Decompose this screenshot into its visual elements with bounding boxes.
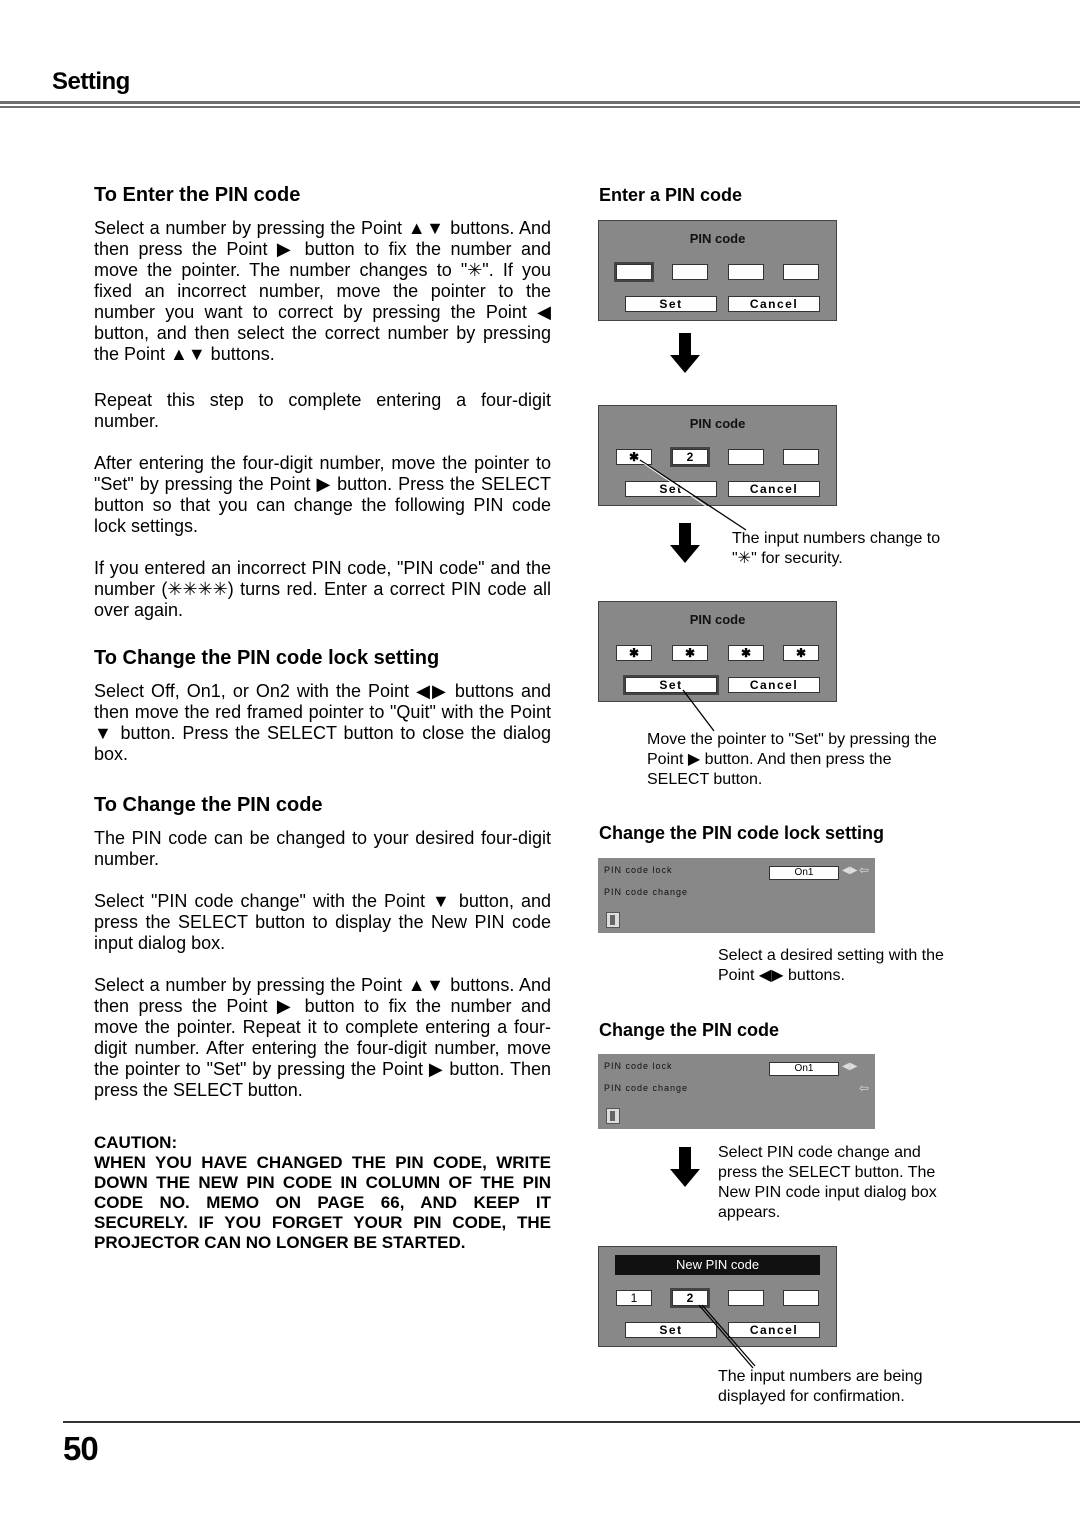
set-button[interactable]: Set bbox=[625, 1322, 717, 1338]
pin-settings-menu: PIN code lock PIN code change On1 ◀▶ ⇦ bbox=[598, 1054, 875, 1129]
pointer-icon: ⇦ bbox=[859, 1081, 870, 1095]
caution-text: WHEN YOU HAVE CHANGED THE PIN CODE, WRIT… bbox=[94, 1153, 551, 1252]
pin-digit-4[interactable]: ✱ bbox=[783, 645, 819, 661]
paragraph: After entering the four-digit number, mo… bbox=[94, 453, 551, 536]
pin-digit-2[interactable]: 2 bbox=[670, 447, 710, 467]
callout-note: Move the pointer to "Set" by pressing th… bbox=[647, 731, 937, 788]
left-right-arrows-icon: ◀▶ bbox=[842, 1061, 858, 1072]
page-number: 50 bbox=[63, 1430, 99, 1467]
dialog-title: New PIN code bbox=[615, 1255, 820, 1275]
pin-settings-menu: PIN code lock PIN code change On1 ◀▶ ⇦ bbox=[598, 858, 875, 933]
cancel-button[interactable]: Cancel bbox=[728, 481, 820, 497]
exit-door-icon[interactable] bbox=[606, 1108, 620, 1124]
pin-digit-2[interactable] bbox=[672, 264, 708, 280]
new-pin-code-dialog: New PIN code 1 2 Set Cancel bbox=[598, 1246, 837, 1347]
dialog-title: PIN code bbox=[689, 416, 746, 431]
menu-item-pin-code-lock[interactable]: PIN code lock bbox=[604, 865, 673, 875]
paragraph: If you entered an incorrect PIN code, "P… bbox=[94, 558, 551, 620]
pin-digit-1[interactable]: ✱ bbox=[616, 449, 652, 465]
callout-note: The input numbers are being displayed fo… bbox=[718, 1368, 923, 1405]
paragraph: Select a number by pressing the Point ▲▼… bbox=[94, 218, 551, 364]
down-arrow-icon bbox=[670, 333, 700, 373]
pin-digit-4[interactable] bbox=[783, 449, 819, 465]
set-button[interactable]: Set bbox=[625, 296, 717, 312]
section-title: Setting bbox=[52, 68, 130, 95]
paragraph: Select "PIN code change" with the Point … bbox=[94, 891, 551, 953]
heading-change-lock-setting: Change the PIN code lock setting bbox=[599, 823, 885, 843]
paragraph: Select a number by pressing the Point ▲▼… bbox=[94, 975, 551, 1100]
caution-label: CAUTION: bbox=[94, 1133, 178, 1152]
pin-digit-3[interactable] bbox=[728, 1290, 764, 1306]
paragraph: Repeat this step to complete entering a … bbox=[94, 390, 551, 431]
pin-digit-2[interactable]: 2 bbox=[670, 1288, 710, 1308]
set-button[interactable]: Set bbox=[625, 481, 717, 497]
header-rule bbox=[0, 106, 1080, 108]
pin-digit-1[interactable] bbox=[614, 262, 654, 282]
pin-digit-4[interactable] bbox=[783, 264, 819, 280]
heading-enter-a-pin: Enter a PIN code bbox=[599, 185, 743, 205]
menu-item-pin-code-change[interactable]: PIN code change bbox=[604, 887, 688, 897]
callout-note: Select a desired setting with the Point … bbox=[718, 947, 944, 984]
pin-digit-3[interactable]: ✱ bbox=[728, 645, 764, 661]
paragraph: The PIN code can be changed to your desi… bbox=[94, 828, 551, 869]
down-arrow-icon bbox=[670, 1147, 700, 1187]
pin-lock-value[interactable]: On1 bbox=[769, 1062, 839, 1076]
heading-change-the-pin: Change the PIN code bbox=[599, 1020, 780, 1040]
footer-rule bbox=[63, 1421, 1080, 1423]
pin-digit-2[interactable]: ✱ bbox=[672, 645, 708, 661]
pin-code-dialog: PIN code ✱ ✱ ✱ ✱ Set Cancel bbox=[598, 601, 837, 702]
dialog-title: PIN code bbox=[689, 231, 746, 246]
pin-digit-3[interactable] bbox=[728, 264, 764, 280]
left-right-arrows-icon: ◀▶ bbox=[842, 865, 858, 876]
exit-door-icon[interactable] bbox=[606, 912, 620, 928]
cancel-button[interactable]: Cancel bbox=[728, 677, 820, 693]
callout-note: Select PIN code change and press the SEL… bbox=[718, 1144, 937, 1221]
heading-change-lock: To Change the PIN code lock setting bbox=[94, 647, 440, 669]
pin-code-dialog: PIN code Set Cancel bbox=[598, 220, 837, 321]
cancel-button[interactable]: Cancel bbox=[728, 296, 820, 312]
dialog-title: PIN code bbox=[689, 612, 746, 627]
header-rule bbox=[0, 101, 1080, 104]
pin-code-dialog: PIN code ✱ 2 Set Cancel bbox=[598, 405, 837, 506]
pin-digit-1[interactable]: 1 bbox=[616, 1290, 652, 1306]
heading-change-pin: To Change the PIN code bbox=[94, 794, 323, 816]
pin-digit-1[interactable]: ✱ bbox=[616, 645, 652, 661]
menu-item-pin-code-change[interactable]: PIN code change bbox=[604, 1083, 688, 1093]
set-button[interactable]: Set bbox=[623, 675, 719, 695]
menu-item-pin-code-lock[interactable]: PIN code lock bbox=[604, 1061, 673, 1071]
heading-enter-pin: To Enter the PIN code bbox=[94, 184, 301, 206]
callout-note: The input numbers change to "✳" for secu… bbox=[732, 530, 941, 567]
cancel-button[interactable]: Cancel bbox=[728, 1322, 820, 1338]
pin-lock-value[interactable]: On1 bbox=[769, 866, 839, 880]
paragraph: Select Off, On1, or On2 with the Point ◀… bbox=[94, 681, 551, 764]
pin-digit-3[interactable] bbox=[728, 449, 764, 465]
pointer-icon: ⇦ bbox=[859, 863, 870, 877]
pin-digit-4[interactable] bbox=[783, 1290, 819, 1306]
down-arrow-icon bbox=[670, 523, 700, 563]
